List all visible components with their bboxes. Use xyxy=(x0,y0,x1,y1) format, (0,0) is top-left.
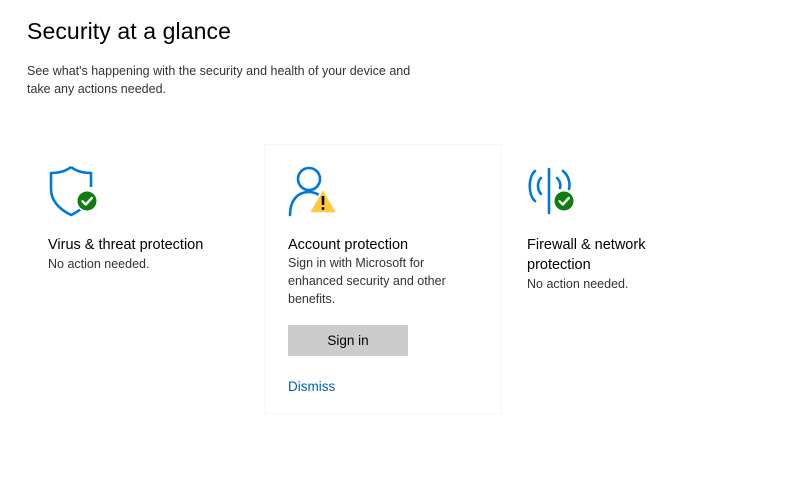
sign-in-button[interactable]: Sign in xyxy=(288,325,408,356)
card-title: Account protection xyxy=(288,237,409,253)
card-status-text: No action needed. xyxy=(48,257,150,271)
page-title: Security at a glance xyxy=(27,18,232,44)
page-subtitle: See what's happening with the security a… xyxy=(27,64,411,96)
account-protection-card[interactable]: Account protection Sign in with Microsof… xyxy=(265,145,501,413)
shield-check-icon xyxy=(49,165,98,217)
person-icon xyxy=(288,166,338,217)
wireless-antenna-icon xyxy=(528,167,575,215)
card-status-text: No action needed. xyxy=(527,277,629,291)
checkmark-badge-icon xyxy=(76,190,98,212)
virus-threat-protection-card[interactable]: Virus & threat protection No action need… xyxy=(27,145,263,413)
card-status-text: Sign in with Microsoft for enhanced secu… xyxy=(288,256,446,306)
firewall-network-protection-card[interactable]: Firewall & network protection No action … xyxy=(505,145,741,413)
card-title: Firewall & network protection xyxy=(527,237,646,273)
card-title: Virus & threat protection xyxy=(48,237,204,253)
security-at-a-glance-page: Security at a glance See what's happenin… xyxy=(0,0,805,493)
checkmark-badge-icon xyxy=(553,190,575,212)
dismiss-link[interactable]: Dismiss xyxy=(288,379,335,394)
